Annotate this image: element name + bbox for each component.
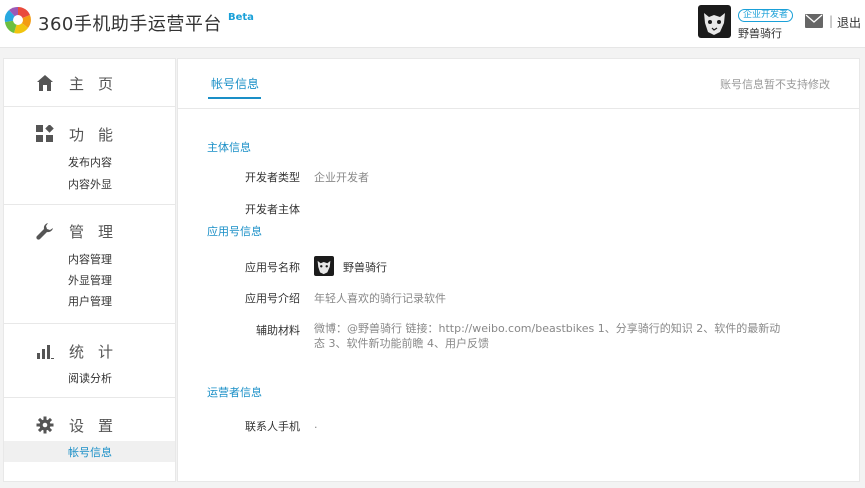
- dev-type-label: 开发者类型: [245, 171, 300, 184]
- sidebar-home-label: 主页: [69, 75, 128, 93]
- app-avatar: [314, 256, 334, 276]
- material-value: 微博：@野兽骑行 链接：http://weibo.com/beastbikes …: [314, 322, 781, 350]
- panther-avatar-icon: [317, 260, 331, 275]
- contact-phone-label: 联系人手机: [245, 420, 300, 433]
- sidebar-item-account-info[interactable]: 帐号信息: [4, 441, 175, 462]
- sidebar-manage-title: 管理: [69, 223, 128, 241]
- beta-tag: Beta: [228, 12, 254, 23]
- main-panel: 帐号信息 账号信息暂不支持修改 主体信息 开发者类型 企业开发者 开发者主体 应…: [177, 58, 860, 482]
- top-header: 360手机助手运营平台 Beta 企业开发者 野兽骑行 | 退出: [0, 0, 865, 48]
- gear-icon: [36, 416, 54, 434]
- username[interactable]: 野兽骑行: [738, 25, 782, 41]
- header-separator: |: [829, 14, 834, 28]
- app-name-label: 应用号名称: [245, 261, 300, 274]
- sidebar: 主页 功能 发布内容 内容外显 管理 内容管理 外显管理 用户管理 统计 阅读分…: [3, 58, 176, 482]
- wrench-icon: [36, 223, 53, 240]
- section-operator-title: 运营者信息: [207, 386, 262, 399]
- logout-link[interactable]: 退出: [837, 14, 861, 31]
- mail-icon[interactable]: [805, 14, 823, 28]
- features-grid-icon: [36, 125, 54, 142]
- material-label: 辅助材料: [256, 324, 300, 337]
- section-app-title: 应用号信息: [207, 225, 262, 238]
- app-logo-icon[interactable]: [4, 6, 32, 34]
- dev-entity-label: 开发者主体: [245, 203, 300, 216]
- app-intro-label: 应用号介绍: [245, 292, 300, 305]
- developer-type-badge: 企业开发者: [738, 9, 794, 22]
- brand-title[interactable]: 360手机助手运营平台: [38, 10, 222, 36]
- bar-chart-icon: [37, 345, 54, 359]
- user-avatar[interactable]: [698, 5, 731, 38]
- tab-bar: 帐号信息 账号信息暂不支持修改: [178, 59, 859, 109]
- contact-phone-value: .: [314, 418, 318, 431]
- sidebar-item-user-manage[interactable]: 用户管理: [68, 293, 112, 309]
- sidebar-section-home[interactable]: 主页: [4, 59, 175, 107]
- sidebar-stats-title: 统计: [69, 343, 128, 361]
- sidebar-item-read-analysis[interactable]: 阅读分析: [68, 370, 112, 386]
- sidebar-features-title: 功能: [69, 126, 128, 144]
- dev-type-value: 企业开发者: [314, 171, 369, 184]
- panther-avatar-icon: [704, 13, 725, 35]
- readonly-notice: 账号信息暂不支持修改: [720, 78, 830, 91]
- tab-active-indicator: [208, 97, 261, 99]
- sidebar-section-settings: 设置 帐号信息: [4, 398, 175, 482]
- sidebar-item-account-info-label: 帐号信息: [68, 446, 112, 459]
- section-subject-title: 主体信息: [207, 141, 251, 154]
- sidebar-section-features: 功能 发布内容 内容外显: [4, 107, 175, 205]
- app-intro-value: 年轻人喜欢的骑行记录软件: [314, 292, 446, 305]
- sidebar-item-content-display[interactable]: 内容外显: [68, 176, 112, 192]
- sidebar-settings-title: 设置: [69, 417, 128, 435]
- sidebar-item-publish[interactable]: 发布内容: [68, 154, 112, 170]
- sidebar-section-manage: 管理 内容管理 外显管理 用户管理: [4, 205, 175, 324]
- home-icon: [37, 75, 53, 91]
- sidebar-section-stats: 统计 阅读分析: [4, 324, 175, 398]
- tab-account-info[interactable]: 帐号信息: [211, 75, 259, 92]
- sidebar-item-display-manage[interactable]: 外显管理: [68, 272, 112, 288]
- sidebar-item-content-manage[interactable]: 内容管理: [68, 251, 112, 267]
- app-name-value: 野兽骑行: [343, 261, 387, 274]
